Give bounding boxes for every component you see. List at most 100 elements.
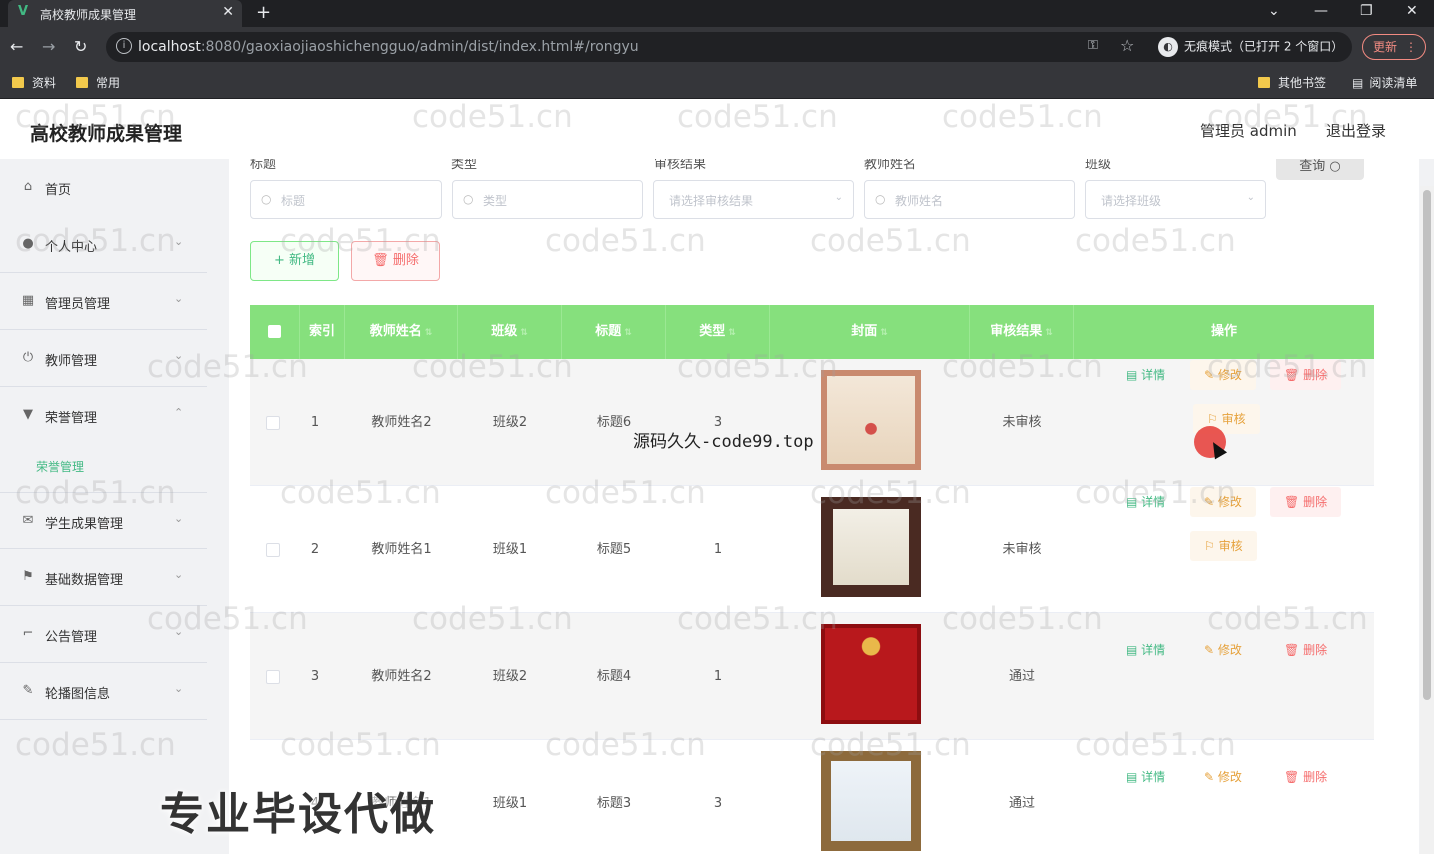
cell-title: 标题3	[596, 796, 632, 811]
header-label: 教师姓名	[369, 324, 422, 339]
row-checkbox[interactable]	[266, 543, 280, 557]
select-all-checkbox[interactable]	[268, 325, 281, 338]
header-teacher-name[interactable]: 教师姓名 ⇅	[345, 305, 458, 359]
close-tab-icon[interactable]: ✕	[222, 4, 234, 20]
edit-button[interactable]: ✎ 修改	[1190, 487, 1256, 517]
site-info-icon[interactable]: i	[116, 38, 132, 54]
detail-button[interactable]: ▤ 详情	[1126, 762, 1165, 792]
filter-audit-select[interactable]: 请选择审核结果 ⌄	[653, 180, 854, 219]
sidebar-item-label: 荣誉管理	[45, 411, 98, 426]
cover-image[interactable]	[821, 751, 921, 851]
header-class[interactable]: 班级 ⇅	[458, 305, 562, 359]
reading-list[interactable]: ▤ 阅读清单	[1352, 74, 1417, 91]
cover-image[interactable]	[821, 624, 921, 724]
filter-type-input[interactable]: ○ 类型	[452, 180, 643, 219]
sort-icon[interactable]: ⇅	[624, 328, 632, 338]
cell-class: 班级1	[492, 796, 528, 811]
sidebar-item-personal-center[interactable]: ● 个人中心 ⌄	[0, 216, 207, 273]
page-scrollbar[interactable]	[1420, 186, 1434, 854]
sidebar-item-basic-data[interactable]: ⚑ 基础数据管理 ⌄	[0, 549, 207, 606]
filter-class-label: 班级	[1085, 159, 1112, 172]
bookmark-folder-ziliao[interactable]: 资料	[12, 74, 56, 91]
back-icon[interactable]: ←	[10, 37, 23, 57]
cover-image[interactable]	[821, 370, 921, 470]
chevron-down-icon: ⌄	[174, 292, 184, 305]
incognito-indicator[interactable]: ◐ 无痕模式（已打开 2 个窗口）	[1158, 37, 1343, 57]
edit-button[interactable]: ✎ 修改	[1190, 762, 1256, 792]
query-button[interactable]: 查询 ○	[1276, 159, 1364, 180]
submenu-honor-management[interactable]: 荣誉管理	[36, 458, 84, 475]
filter-class-placeholder: 请选择班级	[1101, 194, 1162, 208]
filter-teacher-input[interactable]: ○ 教师姓名	[864, 180, 1075, 219]
new-tab-icon[interactable]: +	[256, 2, 271, 23]
sidebar-item-label: 基础数据管理	[45, 573, 124, 588]
scrollbar-thumb[interactable]	[1423, 190, 1431, 700]
add-button[interactable]: + 新增	[250, 241, 339, 281]
header-select-all[interactable]	[250, 305, 300, 359]
sidebar-item-honor-management[interactable]: ▼ 荣誉管理 ⌃	[0, 387, 207, 444]
audit-button[interactable]: ⚐ 审核	[1190, 531, 1257, 561]
cover-image[interactable]	[821, 497, 921, 597]
table-header: 索引 教师姓名 ⇅ 班级 ⇅ 标题 ⇅ 类型 ⇅ 封面 ⇅ 审核结果 ⇅ 操作	[250, 305, 1374, 359]
header-audit-result[interactable]: 审核结果 ⇅	[970, 305, 1074, 359]
sidebar-item-label: 个人中心	[45, 240, 98, 255]
row-checkbox[interactable]	[266, 670, 280, 684]
grid-icon: ▦	[21, 293, 35, 308]
filter-teacher-placeholder: 教师姓名	[895, 194, 944, 208]
filter-title-input[interactable]: ○ 标题	[250, 180, 442, 219]
update-button[interactable]: 更新 ⋮	[1362, 34, 1426, 60]
cell-type: 1	[713, 542, 723, 557]
detail-button[interactable]: ▤ 详情	[1126, 635, 1165, 665]
other-bookmarks[interactable]: 其他书签	[1258, 74, 1326, 91]
sidebar-item-teacher-management[interactable]: ⏻ 教师管理 ⌄	[0, 330, 207, 387]
edit-button[interactable]: ✎ 修改	[1190, 635, 1256, 665]
reload-icon[interactable]: ↻	[74, 37, 87, 57]
detail-button[interactable]: ▤ 详情	[1126, 487, 1165, 517]
url-path: :8080/gaoxiaojiaoshichengguo/admin/dist/…	[200, 39, 639, 55]
sidebar-item-notice[interactable]: ⌐ 公告管理 ⌄	[0, 606, 207, 663]
logout-link[interactable]: 退出登录	[1326, 120, 1386, 141]
filter-class-select[interactable]: 请选择班级 ⌄	[1085, 180, 1266, 219]
delete-button[interactable]: 🗑 删除	[1270, 635, 1341, 665]
bookmarks-bar: 资料 常用 其他书签 ▤ 阅读清单	[0, 67, 1434, 99]
cell-index: 1	[310, 415, 320, 430]
folder-icon	[12, 77, 24, 88]
delete-button[interactable]: 🗑 删除	[1270, 487, 1342, 517]
chevron-down-icon: ⌄	[174, 568, 184, 581]
table-row: 2 教师姓名1 班级1 标题5 1 未审核 ▤ 详情 ✎ 修改 🗑 删除 ⚐ 审…	[250, 486, 1374, 613]
close-window-icon[interactable]: ✕	[1406, 3, 1418, 19]
delete-button[interactable]: 🗑 删除	[1270, 762, 1341, 792]
row-checkbox[interactable]	[266, 416, 280, 430]
sort-icon[interactable]: ⇅	[728, 328, 736, 338]
sidebar-item-carousel[interactable]: ✎ 轮播图信息 ⌄	[0, 663, 207, 720]
sidebar-item-student-achievement[interactable]: ✉ 学生成果管理 ⌄	[0, 492, 207, 549]
header-cover[interactable]: 封面 ⇅	[770, 305, 970, 359]
sidebar-item-admin-management[interactable]: ▦ 管理员管理 ⌄	[0, 273, 207, 330]
tab-search-icon[interactable]: ⌄	[1268, 3, 1280, 19]
minimize-icon[interactable]: —	[1314, 3, 1328, 19]
header-type[interactable]: 类型 ⇅	[666, 305, 770, 359]
restore-icon[interactable]: ❐	[1360, 3, 1373, 19]
vue-favicon-icon: V	[18, 4, 29, 19]
bookmark-star-icon[interactable]: ☆	[1120, 36, 1134, 55]
delete-label: 删除	[1303, 770, 1328, 784]
delete-button[interactable]: 🗑 删除	[1270, 360, 1342, 390]
cell-teacher-name: 教师姓名1	[371, 542, 432, 557]
sort-icon[interactable]: ⇅	[520, 328, 528, 338]
browser-tab[interactable]: V 高校教师成果管理 ✕	[8, 0, 242, 27]
sort-icon[interactable]: ⇅	[425, 328, 433, 338]
password-key-icon[interactable]: ⚿	[1088, 38, 1098, 53]
forward-icon[interactable]: →	[42, 37, 55, 57]
sidebar-item-home[interactable]: ⌂ 首页	[0, 159, 207, 216]
edit-label: 修改	[1217, 495, 1242, 509]
sort-icon[interactable]: ⇅	[1045, 328, 1053, 338]
header-title[interactable]: 标题 ⇅	[562, 305, 666, 359]
bookmark-folder-changyong[interactable]: 常用	[76, 74, 120, 91]
filter-title-label: 标题	[250, 159, 277, 172]
batch-delete-button[interactable]: 🗑 删除	[351, 241, 440, 281]
edit-button[interactable]: ✎ 修改	[1190, 360, 1256, 390]
filter-type-placeholder: 类型	[483, 194, 508, 208]
sort-icon[interactable]: ⇅	[880, 328, 888, 338]
detail-button[interactable]: ▤ 详情	[1126, 360, 1165, 390]
folder-icon	[1258, 77, 1270, 88]
